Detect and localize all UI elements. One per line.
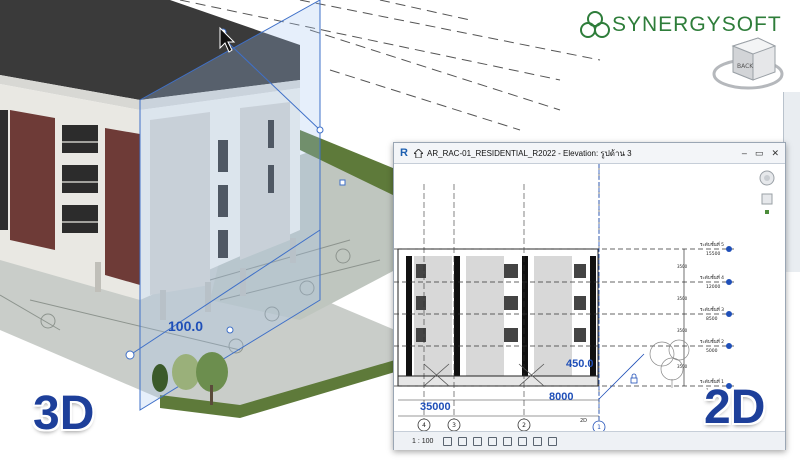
- brand-logo: SYNERGYSOFT: [580, 8, 785, 42]
- detail-level-icon[interactable]: [443, 436, 453, 446]
- level-label: ระดับชั้นที่ 2: [700, 338, 724, 345]
- visual-style-icon[interactable]: [458, 436, 468, 446]
- grid-bubble-label: 3: [452, 422, 456, 429]
- shadows-icon[interactable]: [488, 436, 498, 446]
- dimension-3d: 100.0: [168, 318, 203, 334]
- minimize-button[interactable]: –: [742, 148, 747, 159]
- span-dimension[interactable]: 8000: [549, 391, 573, 403]
- elevation-panels: [414, 256, 572, 376]
- lock-icon[interactable]: [630, 373, 638, 384]
- crop-line[interactable]: [598, 164, 645, 424]
- level-value: 8500: [706, 316, 718, 322]
- height-dimension[interactable]: 450.0: [566, 358, 594, 370]
- level-value: 12000: [706, 284, 720, 290]
- zoom-icon[interactable]: [761, 193, 773, 205]
- grid-bubble-label: 1: [597, 424, 601, 431]
- brick-panel: [10, 110, 55, 250]
- label-3d: 3D: [33, 387, 95, 440]
- logo-text: SYNERGYSOFT: [612, 13, 782, 36]
- window-titlebar[interactable]: R AR_RAC-01_RESIDENTIAL_R2022 - Elevatio…: [394, 143, 785, 164]
- window-title: AR_RAC-01_RESIDENTIAL_R2022 - Elevation:…: [427, 148, 632, 158]
- reveal-hidden-icon[interactable]: [548, 436, 558, 446]
- grid-bubble-label: 4: [422, 422, 426, 429]
- ground-floor: [397, 375, 599, 387]
- level-markers[interactable]: [726, 246, 732, 389]
- crop-view-icon[interactable]: [503, 436, 513, 446]
- label-2d: 2D: [704, 381, 766, 434]
- level-label: ระดับชั้นที่ 4: [700, 274, 724, 281]
- view-scale[interactable]: 1 : 100: [412, 438, 433, 445]
- viewcube-face: BACK: [737, 63, 754, 70]
- level-label: ระดับชั้นที่ 5: [700, 241, 724, 248]
- navigation-wheel-center: [764, 175, 770, 181]
- brick-panel: [105, 128, 140, 285]
- level-value: 15500: [706, 251, 720, 257]
- temporary-hide-icon[interactable]: [533, 436, 543, 446]
- grid-bubble-label: 2: [522, 422, 526, 429]
- close-button[interactable]: ✕: [771, 148, 779, 159]
- sun-path-icon[interactable]: [473, 436, 483, 446]
- zoom-dropdown-icon[interactable]: [765, 210, 769, 214]
- home-icon[interactable]: [414, 148, 423, 158]
- navigation-bar[interactable]: [756, 160, 778, 230]
- level-value: 5000: [706, 348, 718, 354]
- revit-logo-icon: R: [400, 147, 408, 159]
- total-dimension[interactable]: 35000: [420, 401, 451, 413]
- side-dim: 3500: [677, 296, 688, 301]
- side-dim: 3500: [677, 328, 688, 333]
- level-label: ระดับชั้นที่ 3: [700, 306, 724, 313]
- side-dim: 3500: [677, 264, 688, 269]
- maximize-button[interactable]: ▭: [755, 148, 764, 159]
- grid-label: 2D: [580, 418, 587, 424]
- show-crop-icon[interactable]: [518, 436, 528, 446]
